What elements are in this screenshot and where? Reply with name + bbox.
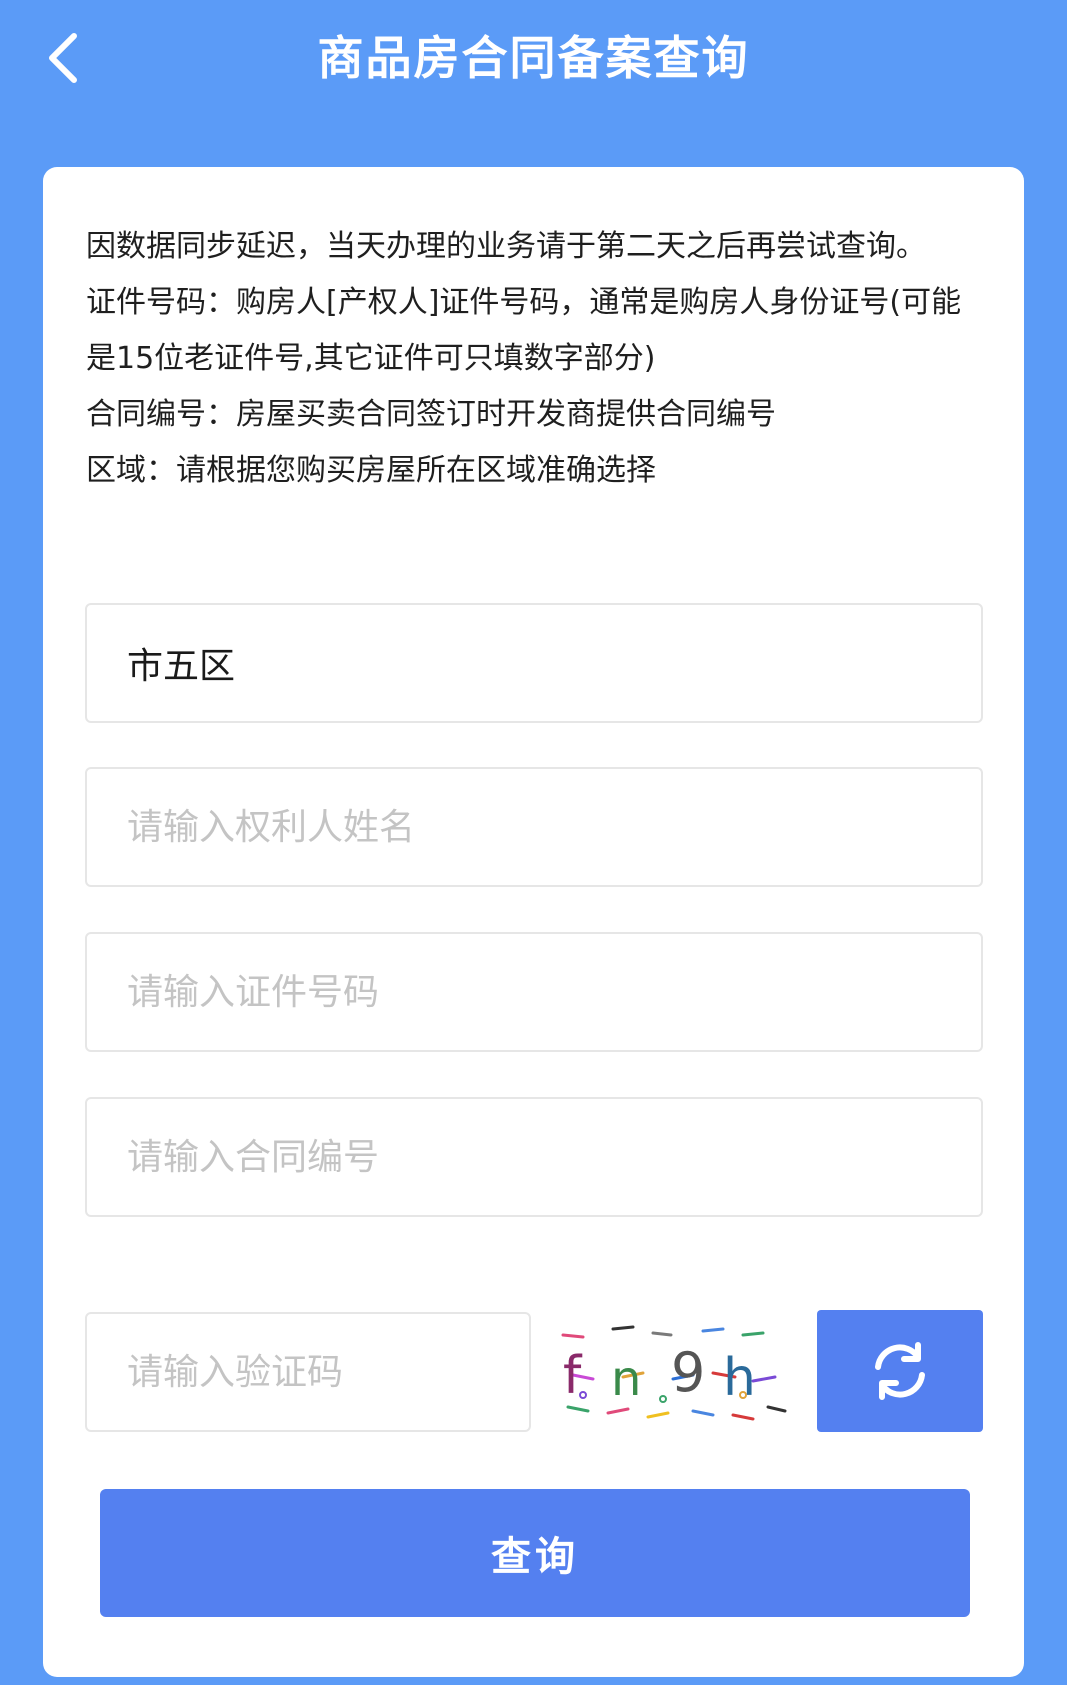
- page-title: 商品房合同备案查询: [317, 31, 750, 85]
- region-select[interactable]: 市五区: [85, 603, 983, 723]
- notice-line-region: 区域：请根据您购买房屋所在区域准确选择: [86, 453, 656, 488]
- captcha-input[interactable]: [127, 1351, 529, 1393]
- captcha-char-3: 9: [671, 1341, 705, 1404]
- notice-text: 因数据同步延迟，当天办理的业务请于第二天之后再尝试查询。 证件号码：购房人[产权…: [86, 219, 986, 499]
- id-number-input[interactable]: [127, 971, 981, 1013]
- region-value: 市五区: [127, 646, 236, 687]
- refresh-captcha-button[interactable]: [817, 1310, 983, 1432]
- contract-number-input[interactable]: [127, 1136, 981, 1178]
- notice-line-id-number: 证件号码：购房人[产权人]证件号码，通常是购房人身份证号(可能是15位老证件号,…: [86, 285, 962, 376]
- query-form-card: 因数据同步延迟，当天办理的业务请于第二天之后再尝试查询。 证件号码：购房人[产权…: [43, 167, 1024, 1677]
- query-button[interactable]: 查询: [100, 1489, 970, 1617]
- captcha-char-4: h: [723, 1348, 756, 1408]
- id-number-field[interactable]: [85, 932, 983, 1052]
- refresh-icon: [875, 1342, 925, 1400]
- captcha-field[interactable]: [85, 1312, 531, 1432]
- contract-number-field[interactable]: [85, 1097, 983, 1217]
- owner-name-field[interactable]: [85, 767, 983, 887]
- notice-line-contract-number: 合同编号：房屋买卖合同签订时开发商提供合同编号: [86, 397, 776, 432]
- top-nav-bar: 商品房合同备案查询: [0, 0, 1067, 120]
- notice-line-sync-delay: 因数据同步延迟，当天办理的业务请于第二天之后再尝试查询。: [86, 229, 926, 264]
- owner-name-input[interactable]: [127, 806, 981, 848]
- captcha-char-2: n: [611, 1351, 641, 1407]
- captcha-char-1: f: [563, 1346, 583, 1406]
- captcha-image[interactable]: f n 9 h: [553, 1315, 793, 1435]
